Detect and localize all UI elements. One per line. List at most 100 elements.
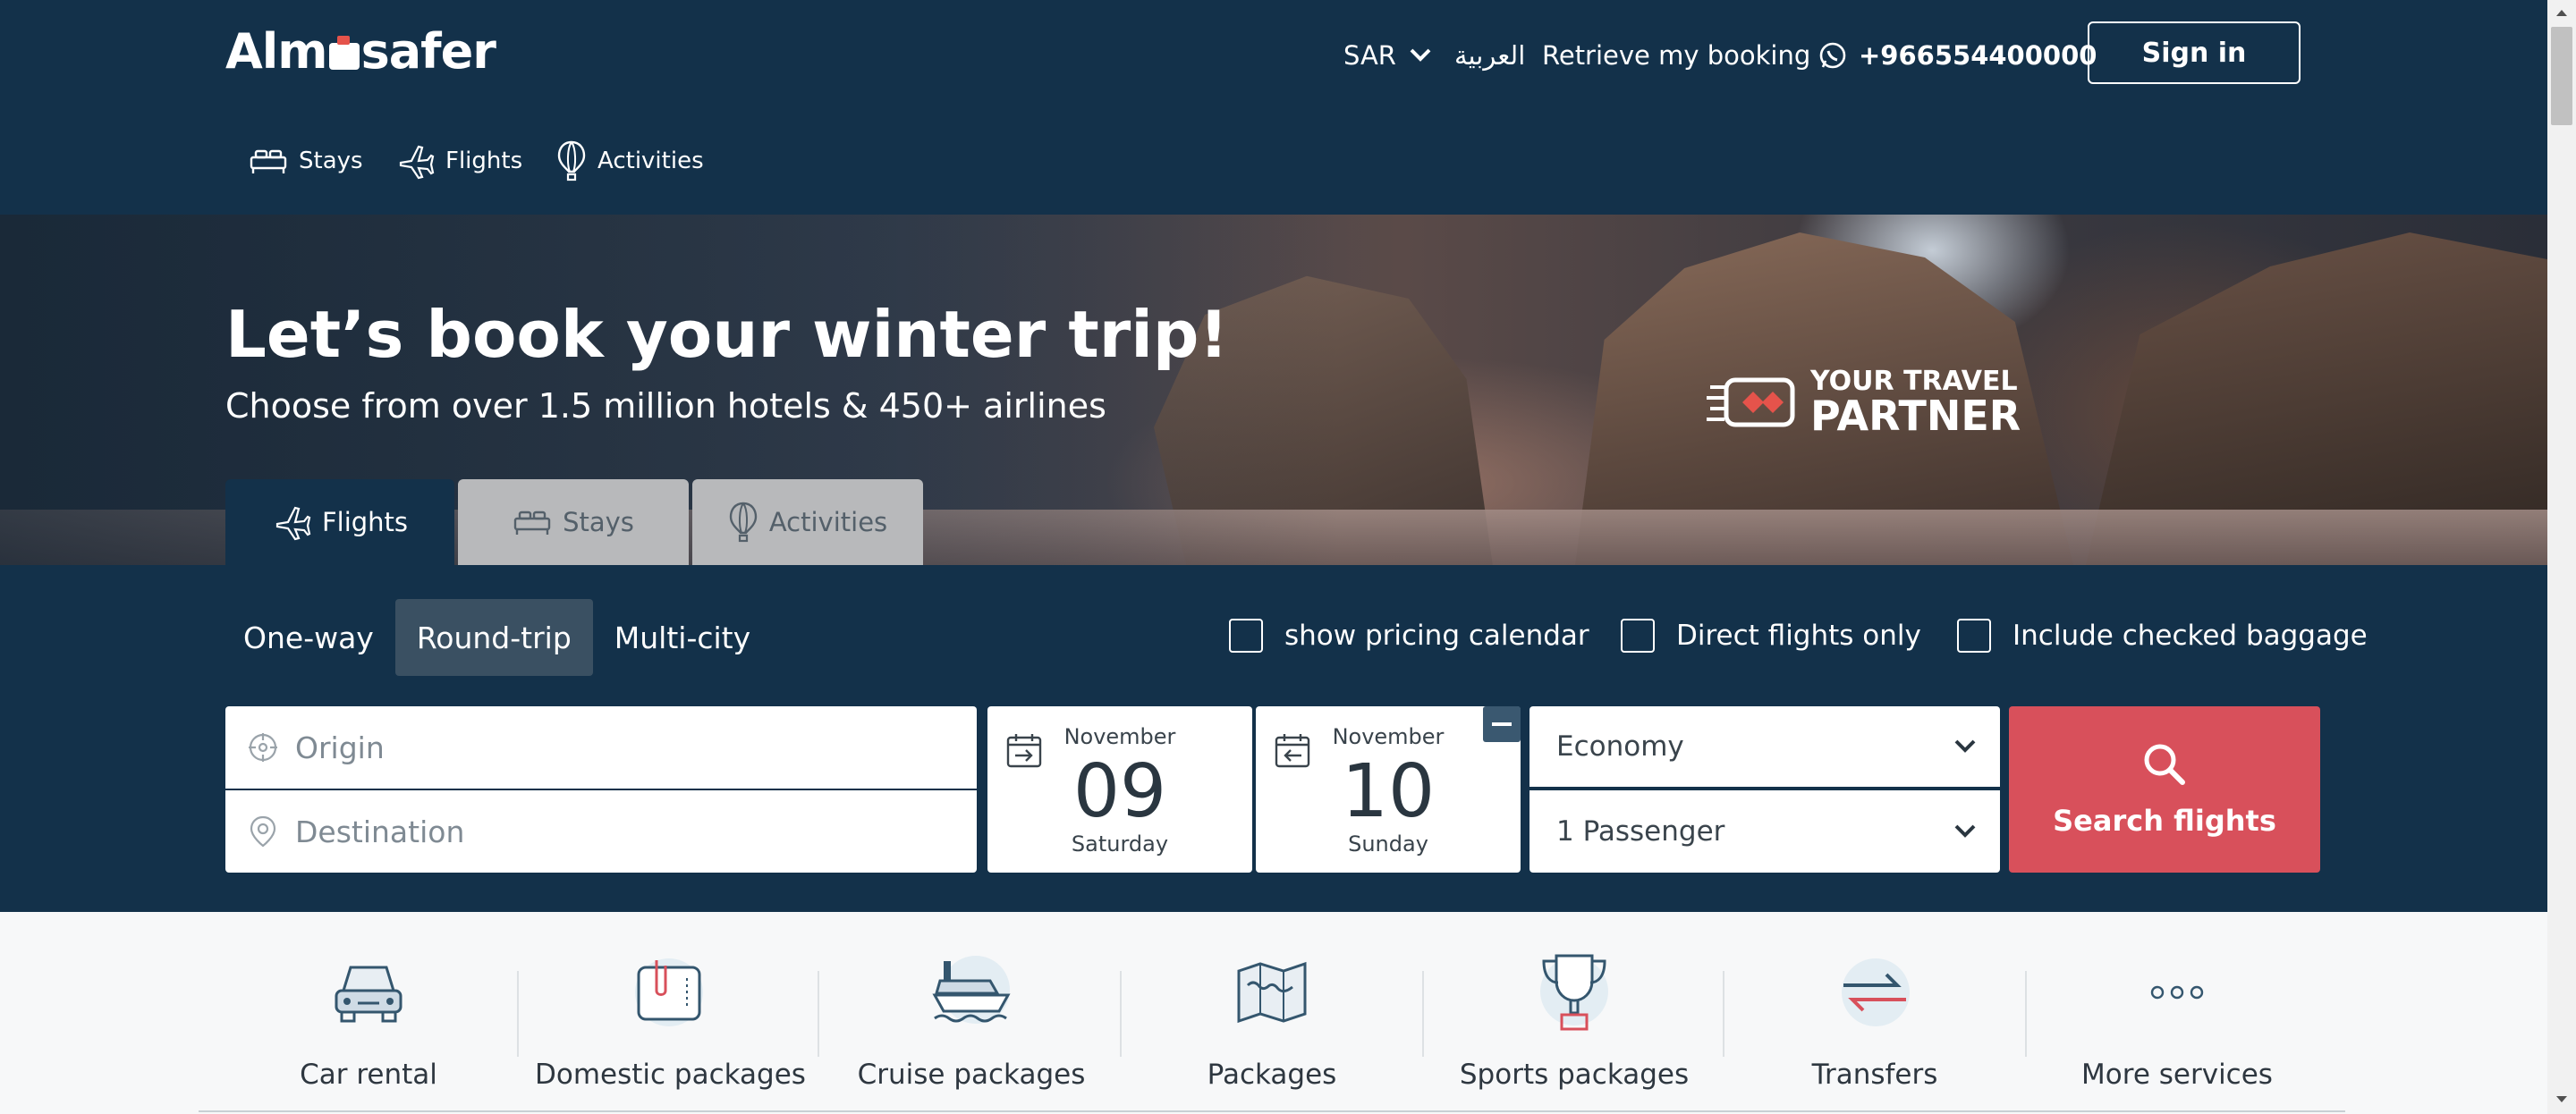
return-day: 10 xyxy=(1341,749,1436,834)
return-date-picker[interactable]: November 10 Sunday xyxy=(1256,706,1521,873)
remove-return-button[interactable] xyxy=(1483,706,1521,742)
checkbox-box[interactable] xyxy=(1621,619,1655,653)
depart-weekday: Saturday xyxy=(1071,831,1169,857)
bed-icon xyxy=(513,511,551,535)
service-divider xyxy=(1723,971,1724,1057)
tab-flights[interactable]: Flights xyxy=(225,479,454,565)
checkbox-label: Include checked baggage xyxy=(2012,620,2368,652)
map-pin-icon xyxy=(250,815,276,848)
destination-placeholder: Destination xyxy=(295,814,465,849)
checkbox-box[interactable] xyxy=(1957,619,1991,653)
service-car-rental[interactable]: Car rental xyxy=(234,948,503,1091)
checked-baggage-checkbox[interactable]: Include checked baggage xyxy=(1957,619,2368,653)
balloon-icon xyxy=(729,502,758,543)
travel-partner-badge: YOUR TRAVEL PARTNER xyxy=(1707,368,2021,436)
chevron-down-icon xyxy=(1410,48,1431,62)
section-divider xyxy=(199,1110,2345,1112)
product-tabs: Flights Stays Activities xyxy=(225,479,927,565)
nav-item-activities[interactable]: Activities xyxy=(556,139,704,182)
service-divider xyxy=(517,971,519,1057)
return-weekday: Sunday xyxy=(1348,831,1428,857)
ticket-logo-icon xyxy=(1707,377,1795,427)
nav-item-flights[interactable]: Flights xyxy=(395,139,522,182)
nav-item-stays[interactable]: Stays xyxy=(249,139,363,182)
checkbox-box[interactable] xyxy=(1229,619,1263,653)
retrieve-booking-label: Retrieve my booking xyxy=(1542,40,1811,71)
package-icon xyxy=(635,958,703,1026)
logo-mark-icon xyxy=(328,36,360,70)
scroll-up-arrow-icon[interactable] xyxy=(2547,0,2576,25)
origin-field[interactable]: Origin xyxy=(225,706,977,789)
hero-banner: Let’s book your winter trip! Choose from… xyxy=(0,215,2547,565)
trip-multi-city[interactable]: Multi-city xyxy=(593,599,772,676)
chevron-down-icon xyxy=(1954,824,1976,838)
service-divider xyxy=(1120,971,1122,1057)
service-packages[interactable]: Packages xyxy=(1138,948,1406,1091)
tab-label: Stays xyxy=(563,507,634,537)
tab-label: Activities xyxy=(768,507,888,537)
trip-round-trip[interactable]: Round-trip xyxy=(394,599,593,676)
service-label: Sports packages xyxy=(1459,1059,1690,1091)
scroll-down-arrow-icon[interactable] xyxy=(2547,1087,2576,1112)
service-label: Car rental xyxy=(300,1059,437,1091)
origin-destination-box: Origin Destination xyxy=(225,706,977,873)
service-more[interactable]: More services xyxy=(2043,948,2311,1091)
trip-label: Multi-city xyxy=(614,620,751,655)
service-label: More services xyxy=(2081,1059,2273,1091)
car-icon xyxy=(335,966,402,1023)
tab-activities[interactable]: Activities xyxy=(692,479,923,565)
tab-stays[interactable]: Stays xyxy=(458,479,689,565)
service-divider xyxy=(818,971,819,1057)
page-scrollbar[interactable] xyxy=(2547,0,2576,1114)
nav-item-label: Activities xyxy=(597,148,704,174)
service-transfers[interactable]: Transfers xyxy=(1741,948,2009,1091)
checkbox-label: show pricing calendar xyxy=(1284,620,1589,652)
service-divider xyxy=(2025,971,2027,1057)
site-header: Alm safer SAR العربية Retrieve my booking… xyxy=(0,0,2547,215)
scrollbar-thumb[interactable] xyxy=(2551,27,2572,125)
logo[interactable]: Alm safer xyxy=(225,23,496,80)
plane-icon xyxy=(275,506,311,541)
sign-in-button[interactable]: Sign in xyxy=(2088,21,2301,84)
direct-flights-checkbox[interactable]: Direct flights only xyxy=(1621,619,1921,653)
balloon-icon xyxy=(557,140,586,181)
hero-subtitle: Choose from over 1.5 million hotels & 45… xyxy=(225,386,1106,426)
service-sports-packages[interactable]: Sports packages xyxy=(1440,948,1708,1091)
whatsapp-icon xyxy=(1819,42,1846,69)
destination-field[interactable]: Destination xyxy=(225,790,977,873)
search-button-label: Search flights xyxy=(2053,804,2276,838)
service-cruise-packages[interactable]: Cruise packages xyxy=(837,948,1106,1091)
trip-one-way[interactable]: One-way xyxy=(222,599,395,676)
currency-selector[interactable]: SAR xyxy=(1343,36,1432,75)
service-label: Cruise packages xyxy=(857,1059,1086,1091)
currency-label: SAR xyxy=(1343,40,1396,71)
partner-line2: PARTNER xyxy=(1810,392,2021,440)
service-domestic-packages[interactable]: Domestic packages xyxy=(535,948,806,1091)
retrieve-booking-link[interactable]: Retrieve my booking xyxy=(1542,36,1810,75)
passengers-value: 1 Passenger xyxy=(1556,815,1725,848)
location-target-icon xyxy=(249,733,277,762)
trophy-icon xyxy=(1540,954,1608,1031)
bed-icon xyxy=(250,149,287,173)
hero-title: Let’s book your winter trip! xyxy=(225,297,1229,372)
phone-link[interactable]: +966554400000 xyxy=(1818,36,2097,75)
ship-icon xyxy=(932,956,1011,1024)
nav-item-label: Flights xyxy=(445,148,523,174)
search-flights-button[interactable]: Search flights xyxy=(2009,706,2320,873)
trip-label: Round-trip xyxy=(416,620,572,655)
cabin-class-value: Economy xyxy=(1556,730,1684,763)
trip-label: One-way xyxy=(243,620,374,655)
nav-item-label: Stays xyxy=(299,148,363,174)
cabin-class-select[interactable]: Economy xyxy=(1530,706,2000,789)
phone-label: +966554400000 xyxy=(1859,40,2097,71)
map-icon xyxy=(1237,961,1307,1024)
pricing-calendar-checkbox[interactable]: show pricing calendar xyxy=(1229,619,1589,653)
passengers-select[interactable]: 1 Passenger xyxy=(1530,790,2000,873)
return-month: November xyxy=(1332,724,1445,749)
service-label: Packages xyxy=(1207,1059,1337,1091)
depart-date-picker[interactable]: November 09 Saturday xyxy=(987,706,1252,873)
plane-icon xyxy=(399,145,435,180)
language-link[interactable]: العربية xyxy=(1454,36,1525,75)
chevron-down-icon xyxy=(1954,739,1976,753)
sign-in-label: Sign in xyxy=(2141,37,2247,69)
